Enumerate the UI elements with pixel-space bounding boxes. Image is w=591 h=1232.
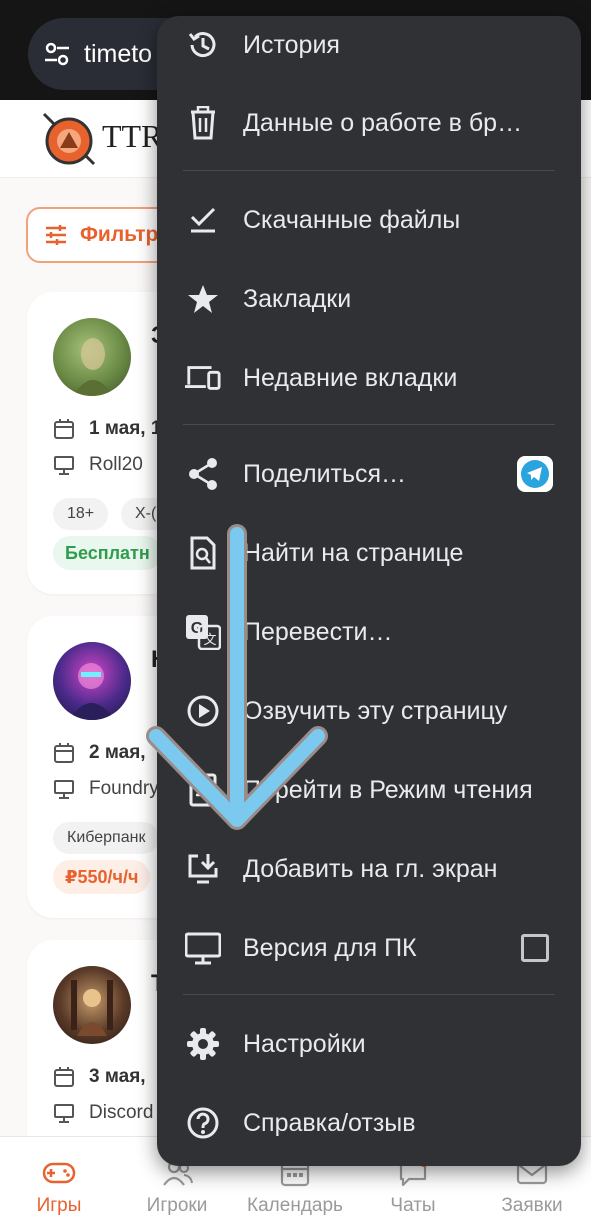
nav-label: Игры (36, 1195, 82, 1216)
nav-label: Календарь (247, 1195, 343, 1216)
play-circle-icon (185, 693, 221, 729)
card-date: 2 мая, (89, 742, 146, 763)
help-icon (185, 1105, 221, 1141)
calendar-icon (54, 1067, 74, 1087)
menu-item-find-in-page[interactable]: Найти на странице (157, 518, 581, 588)
card-platform: Roll20 (89, 454, 143, 475)
monitor-icon (54, 456, 74, 475)
star-icon (185, 281, 221, 317)
menu-label: Данные о работе в бр… (243, 108, 523, 137)
trash-icon (185, 105, 221, 141)
nav-games[interactable]: Игры (0, 1137, 118, 1232)
menu-item-read-aloud[interactable]: Озвучить эту страницу (157, 676, 581, 746)
card-date: 1 мая, 1 (89, 418, 162, 439)
menu-item-settings[interactable]: Настройки (157, 1009, 581, 1079)
menu-item-recent-tabs[interactable]: Недавние вкладки (157, 343, 581, 413)
card-date-row: 1 мая, 1 (53, 418, 161, 440)
menu-label: Озвучить эту страницу (243, 696, 508, 725)
nav-label: Чаты (390, 1195, 436, 1216)
sliders-icon (46, 225, 66, 245)
card-tag: Киберпанк (53, 822, 160, 854)
card-date-row: 2 мая, (53, 742, 146, 764)
card-platform-row: Foundry (53, 778, 159, 800)
site-logo-icon[interactable] (38, 108, 100, 170)
share-icon (185, 456, 221, 492)
menu-item-downloads[interactable]: Скачанные файлы (157, 185, 581, 255)
svg-text:G: G (191, 620, 203, 637)
menu-label: Перевести… (243, 617, 393, 646)
menu-item-clear-data[interactable]: Данные о работе в бр… (157, 88, 581, 158)
menu-item-bookmarks[interactable]: Закладки (157, 264, 581, 334)
card-platform: Discord (89, 1102, 154, 1123)
gear-icon (185, 1026, 221, 1062)
card-price: Бесплатн (53, 536, 162, 570)
card-platform-row: Discord (53, 1102, 153, 1124)
menu-item-history[interactable]: История (157, 10, 581, 80)
card-tag: 18+ (53, 498, 109, 530)
add-to-home-icon (185, 851, 221, 887)
nav-label: Игроки (146, 1195, 208, 1216)
menu-item-add-to-home[interactable]: Добавить на гл. экран (157, 834, 581, 904)
menu-label: Найти на странице (243, 538, 464, 567)
monitor-icon (54, 780, 74, 799)
avatar[interactable] (53, 318, 131, 396)
monitor-icon (54, 1104, 74, 1123)
find-in-page-icon (185, 535, 221, 571)
card-platform: Foundry (89, 778, 159, 799)
menu-item-reader-mode[interactable]: Перейти в Режим чтения (157, 755, 581, 825)
gamepad-icon (42, 1162, 76, 1184)
menu-label: Справка/отзыв (243, 1108, 416, 1137)
history-icon (185, 27, 221, 63)
menu-label: Поделиться… (243, 459, 407, 488)
nav-label: Заявки (501, 1195, 563, 1216)
desktop-icon (185, 930, 221, 966)
card-date: 3 мая, (89, 1066, 146, 1087)
menu-divider (183, 170, 555, 171)
browser-overflow-menu: История Данные о работе в бр… Скачанные … (157, 16, 581, 1166)
menu-label: Закладки (243, 284, 352, 313)
translate-icon: G文 (185, 614, 221, 650)
devices-icon (185, 360, 221, 396)
avatar[interactable] (53, 966, 131, 1044)
menu-label: Недавние вкладки (243, 363, 458, 392)
desktop-site-checkbox[interactable] (521, 934, 549, 962)
menu-item-desktop-site[interactable]: Версия для ПК (157, 913, 581, 983)
menu-label: Скачанные файлы (243, 205, 461, 234)
calendar-icon (54, 419, 74, 439)
card-date-row: 3 мая, (53, 1066, 146, 1088)
reader-mode-icon (185, 772, 221, 808)
telegram-icon[interactable] (517, 456, 553, 492)
url-text[interactable]: timeto (84, 40, 152, 69)
menu-divider (183, 994, 555, 995)
site-settings-icon[interactable] (42, 39, 72, 69)
svg-text:文: 文 (203, 632, 216, 647)
avatar[interactable] (53, 642, 131, 720)
menu-label: Перейти в Режим чтения (243, 775, 533, 804)
calendar-icon (54, 743, 74, 763)
menu-item-share[interactable]: Поделиться… (157, 439, 581, 509)
menu-item-help[interactable]: Справка/отзыв (157, 1088, 581, 1158)
card-price: ₽550/ч/ч (53, 860, 151, 894)
menu-label: Версия для ПК (243, 933, 417, 962)
download-check-icon (185, 202, 221, 238)
menu-item-translate[interactable]: G文 Перевести… (157, 597, 581, 667)
menu-label: Настройки (243, 1029, 366, 1058)
menu-divider (183, 424, 555, 425)
filter-label: Фильтр (80, 223, 159, 246)
menu-label: История (243, 30, 340, 59)
menu-label: Добавить на гл. экран (243, 854, 498, 883)
card-platform-row: Roll20 (53, 454, 143, 476)
